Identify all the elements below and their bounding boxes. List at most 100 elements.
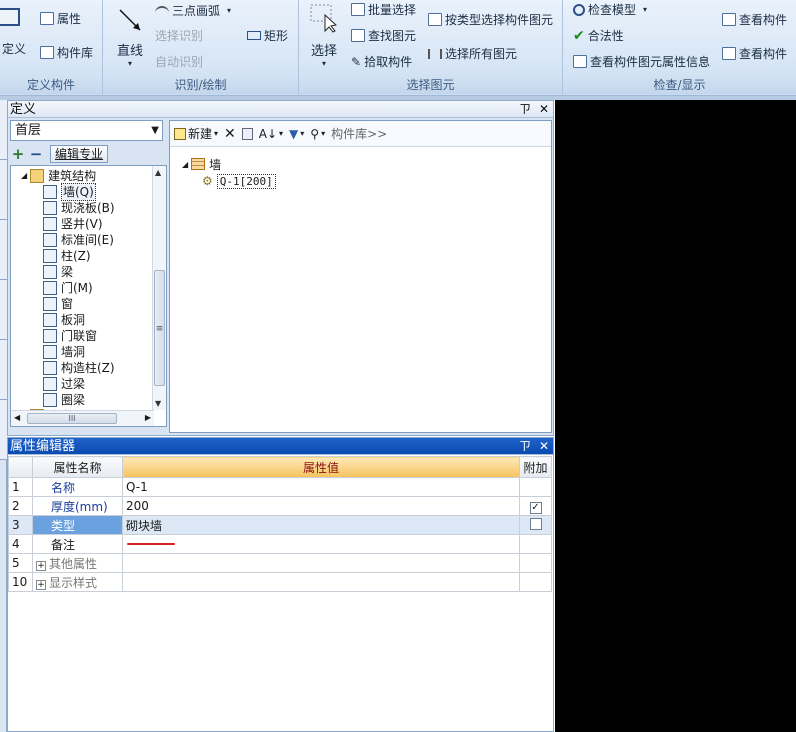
tree-item[interactable]: 门联窗	[43, 328, 97, 344]
auto-recognize-button[interactable]: 自动识别	[155, 53, 203, 70]
tree-item[interactable]: 门(M)	[43, 280, 93, 296]
scroll-down-icon[interactable]: ▼	[155, 399, 161, 408]
expand-plus-icon[interactable]: +	[36, 560, 46, 571]
tree-item[interactable]: 过梁	[43, 376, 85, 392]
tree-item[interactable]: 板洞	[43, 312, 85, 328]
property-row[interactable]: 1 名称 Q-1	[8, 477, 552, 497]
tree-item[interactable]: 墙(Q)	[43, 183, 96, 201]
collapse-all-icon[interactable]: −	[28, 145, 44, 163]
select-recognize-button[interactable]: 选择识别	[155, 27, 203, 44]
tree-item[interactable]: 墙洞	[43, 344, 85, 360]
tree-item[interactable]: 梁	[43, 264, 73, 280]
rectangle-button[interactable]: 矩形	[247, 27, 288, 44]
property-value[interactable]	[122, 572, 520, 592]
property-row[interactable]: 2 厚度(mm) 200 ✓	[8, 496, 552, 516]
new-component-button[interactable]: 新建 ▾	[174, 125, 218, 142]
dock-tab[interactable]	[0, 160, 7, 220]
check-model-button[interactable]: 检查模型 ▾	[573, 1, 647, 18]
attach-checkbox[interactable]	[529, 517, 542, 530]
view-element-attr-button[interactable]: 查看构件图元属性信息	[573, 53, 710, 70]
find-element-button[interactable]: 查找图元	[351, 27, 416, 44]
floor-select[interactable]: 首层 ▼	[10, 120, 163, 141]
scrollbar-thumb[interactable]: III	[27, 413, 117, 424]
tree-item-label: 门(M)	[61, 281, 93, 295]
scroll-left-icon[interactable]: ◀	[14, 413, 20, 422]
dock-tab[interactable]	[0, 400, 7, 460]
property-value[interactable]	[122, 553, 520, 573]
tree-item[interactable]: 圈梁	[43, 392, 85, 408]
batch-select-button[interactable]: 批量选择	[351, 1, 416, 18]
pick-component-button[interactable]: ✎ 拾取构件	[351, 53, 412, 70]
find-component-icon[interactable]: ⚲ ▾	[310, 127, 325, 141]
expand-arrow-icon[interactable]: ◢	[182, 160, 188, 169]
property-value[interactable]	[122, 534, 520, 554]
scrollbar-thumb[interactable]: ≡	[154, 270, 165, 386]
tree-item[interactable]: 现浇板(B)	[43, 200, 115, 216]
gear-icon: ⚙	[202, 174, 213, 188]
view-component-icon	[722, 13, 736, 26]
property-name: + 显示样式	[32, 572, 123, 592]
component-library-button[interactable]: 构件库	[40, 44, 93, 61]
find-icon	[351, 29, 365, 42]
dock-tab[interactable]	[0, 280, 7, 340]
tree-item[interactable]: 柱(Z)	[43, 248, 91, 264]
select-all-button[interactable]: 选择所有图元	[428, 45, 517, 62]
tree-item[interactable]: ◢ 建筑结构	[21, 168, 96, 184]
attribute-button[interactable]: 属性	[40, 10, 81, 27]
legality-check-button[interactable]: ✔ 合法性	[573, 27, 624, 44]
delete-icon[interactable]: ✕	[224, 126, 236, 142]
property-value[interactable]: 砌块墙	[122, 515, 520, 535]
tree-item[interactable]: 窗	[43, 296, 73, 312]
ribbon-group-check: 检查模型 ▾ ✔ 合法性 查看构件图元属性信息 查看构件 查看构件 检查/显示	[563, 0, 796, 96]
tree-item[interactable]: 构造柱(Z)	[43, 360, 115, 376]
edit-discipline-button[interactable]: 编辑专业	[50, 145, 109, 163]
property-value[interactable]: 200	[122, 496, 520, 516]
select-cursor-icon	[309, 3, 338, 33]
tree-item[interactable]: 竖井(V)	[43, 216, 103, 232]
tree-horizontal-scrollbar[interactable]: ◀ III ▶	[11, 410, 154, 426]
property-editor-title-text: 属性编辑器	[10, 439, 76, 454]
property-row[interactable]: 4 备注	[8, 534, 552, 554]
expand-all-icon[interactable]: +	[10, 145, 26, 163]
define-button[interactable]: 定义	[2, 40, 26, 57]
pin-icon[interactable]: ㄗ	[519, 101, 531, 118]
property-extra-cell	[519, 553, 552, 573]
close-icon[interactable]: ✕	[539, 438, 549, 455]
select-button[interactable]: 选择 ▾	[311, 40, 337, 68]
left-dock-strip	[0, 100, 7, 732]
view-component-icon	[722, 47, 736, 60]
scroll-right-icon[interactable]: ▶	[145, 413, 151, 422]
component-library-link[interactable]: 构件库>>	[331, 125, 387, 142]
copy-icon[interactable]	[241, 127, 253, 140]
view-component-top-button[interactable]: 查看构件	[722, 11, 787, 28]
chevron-down-icon: ▼	[151, 125, 159, 136]
expand-arrow-icon[interactable]: ◢	[21, 168, 27, 184]
expand-plus-icon[interactable]: +	[36, 579, 46, 590]
tree-item[interactable]: 标准间(E)	[43, 232, 114, 248]
property-row[interactable]: 5 + 其他属性	[8, 553, 552, 573]
drawing-canvas[interactable]	[555, 100, 796, 732]
property-row[interactable]: 10 + 显示样式	[8, 572, 552, 592]
tree-item-label: 过梁	[61, 377, 86, 391]
property-row[interactable]: 3 类型 砌块墙	[8, 515, 552, 535]
tree-vertical-scrollbar[interactable]: ▲ ≡ ▼	[152, 166, 166, 410]
attach-checkbox[interactable]: ✓	[529, 501, 542, 514]
dock-tab[interactable]	[0, 340, 7, 400]
tree-item-q1[interactable]: ⚙ Q-1[200]	[202, 173, 276, 189]
pick-icon: ✎	[351, 54, 362, 69]
wall-icon	[191, 158, 206, 170]
line-button[interactable]: 直线 ▾	[117, 40, 143, 68]
sort-icon[interactable]: A↓ ▾	[259, 127, 283, 141]
tree-root-wall[interactable]: ◢ 墙	[182, 156, 221, 172]
three-point-arc-button[interactable]: 三点画弧 ▾	[155, 2, 231, 19]
ribbon-group-draw: 直线 ▾ 三点画弧 ▾ 选择识别 自动识别 矩形 识别/绘制	[103, 0, 299, 96]
pin-icon[interactable]: ㄗ	[519, 438, 531, 455]
scroll-up-icon[interactable]: ▲	[155, 168, 161, 177]
select-by-type-button[interactable]: 按类型选择构件图元	[428, 11, 553, 28]
view-component-bottom-button[interactable]: 查看构件	[722, 45, 787, 62]
dock-tab[interactable]	[0, 220, 7, 280]
close-icon[interactable]: ✕	[539, 101, 549, 118]
property-value[interactable]: Q-1	[122, 477, 520, 497]
filter-icon[interactable]: ▼ ▾	[289, 127, 304, 141]
dock-tab[interactable]	[0, 100, 7, 160]
